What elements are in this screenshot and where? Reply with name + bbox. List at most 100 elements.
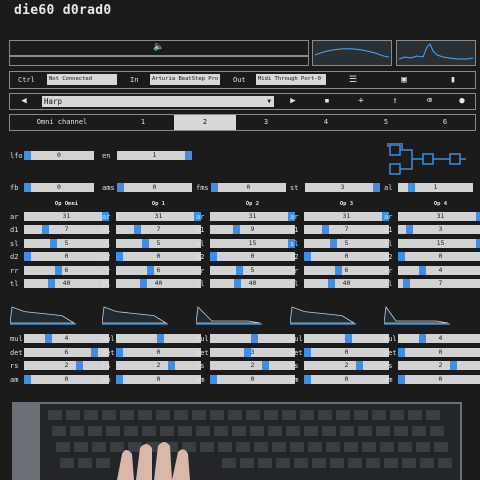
channel-tab[interactable]: 2 <box>174 115 236 130</box>
slider-knob[interactable] <box>140 279 147 288</box>
slider-knob[interactable] <box>142 238 149 248</box>
d2-slider[interactable]: 0 <box>24 252 109 262</box>
slider-knob[interactable] <box>236 265 243 275</box>
slider-knob[interactable] <box>304 347 311 357</box>
slider-knob[interactable] <box>330 238 337 248</box>
det-slider[interactable]: 6 <box>24 347 109 357</box>
rs-slider[interactable]: 2 <box>398 361 480 371</box>
in-select[interactable]: Arturia BeatStep Pro <box>150 74 220 85</box>
out-select[interactable]: Midi Through Port-0 <box>256 74 326 85</box>
tl-slider[interactable]: 7 <box>398 279 480 288</box>
slider-knob[interactable] <box>322 225 329 235</box>
slider-knob[interactable] <box>476 212 480 221</box>
slider-knob[interactable] <box>210 374 217 384</box>
mul-slider[interactable]: 4 <box>398 334 480 343</box>
slider-knob[interactable] <box>50 238 57 248</box>
ar-slider[interactable]: 31 <box>304 212 389 221</box>
fms-slider[interactable]: 0 <box>211 183 286 192</box>
am-slider[interactable]: 0 <box>398 374 480 384</box>
slider-knob[interactable] <box>24 183 31 192</box>
slider-knob[interactable] <box>91 347 98 357</box>
ams-slider[interactable]: 0 <box>117 183 192 192</box>
slider-knob[interactable] <box>55 265 62 275</box>
det-slider[interactable]: 0 <box>304 347 389 357</box>
sl-slider[interactable]: 15 <box>210 238 295 248</box>
am-slider[interactable]: 0 <box>116 374 201 384</box>
st-slider[interactable]: 3 <box>305 183 380 192</box>
slider-knob[interactable] <box>211 183 218 192</box>
sl-slider[interactable]: 5 <box>304 238 389 248</box>
en-slider[interactable]: 1 <box>117 151 192 160</box>
sl-slider[interactable]: 5 <box>116 238 201 248</box>
det-slider[interactable]: 0 <box>398 347 480 357</box>
slider-knob[interactable] <box>157 334 164 343</box>
rr-slider[interactable]: 6 <box>24 265 109 275</box>
record-icon[interactable]: ● <box>455 94 469 108</box>
slider-knob[interactable] <box>24 252 31 262</box>
slider-knob[interactable] <box>476 238 480 248</box>
save-icon[interactable]: ▪ <box>320 94 334 108</box>
slider-knob[interactable] <box>328 279 335 288</box>
patch-select[interactable]: Harp ▼ <box>42 96 274 107</box>
ar-slider[interactable]: 31 <box>24 212 109 221</box>
rr-slider[interactable]: 4 <box>398 265 480 275</box>
am-slider[interactable]: 0 <box>24 374 109 384</box>
rr-slider[interactable]: 5 <box>210 265 295 275</box>
channel-tab[interactable]: 1 <box>112 115 174 130</box>
tl-slider[interactable]: 40 <box>210 279 295 288</box>
trash-icon[interactable]: ▮ <box>445 73 461 87</box>
d2-slider[interactable]: 0 <box>304 252 389 262</box>
d1-slider[interactable]: 3 <box>398 225 480 235</box>
next-icon[interactable]: ▶ <box>287 94 299 108</box>
tl-slider[interactable]: 40 <box>116 279 201 288</box>
rr-slider[interactable]: 6 <box>304 265 389 275</box>
upload-icon[interactable]: ⇪ <box>388 94 402 108</box>
slider-knob[interactable] <box>233 225 240 235</box>
slider-knob[interactable] <box>408 183 415 192</box>
slider-knob[interactable] <box>116 347 123 357</box>
slider-knob[interactable] <box>398 374 405 384</box>
clipboard-icon[interactable]: ▣ <box>396 73 412 87</box>
sl-slider[interactable]: 5 <box>24 238 109 248</box>
d1-slider[interactable]: 7 <box>116 225 201 235</box>
sl-slider[interactable]: 15 <box>398 238 480 248</box>
rs-slider[interactable]: 2 <box>304 361 389 371</box>
ar-slider[interactable]: 31 <box>398 212 480 221</box>
channel-tab[interactable]: 5 <box>356 115 416 130</box>
slider-knob[interactable] <box>185 151 192 160</box>
d2-slider[interactable]: 0 <box>210 252 295 262</box>
slider-knob[interactable] <box>244 347 251 357</box>
slider-knob[interactable] <box>24 151 31 160</box>
mul-slider[interactable]: 8 <box>304 334 389 343</box>
slider-knob[interactable] <box>117 183 124 192</box>
rs-slider[interactable]: 2 <box>116 361 201 371</box>
slider-knob[interactable] <box>419 265 426 275</box>
slider-knob[interactable] <box>262 361 269 371</box>
am-slider[interactable]: 0 <box>210 374 295 384</box>
ctrl-select[interactable]: Not Connected <box>47 74 117 85</box>
al-slider[interactable]: 1 <box>398 183 473 192</box>
rs-slider[interactable]: 2 <box>210 361 295 371</box>
slider-knob[interactable] <box>45 334 52 343</box>
tl-slider[interactable]: 40 <box>304 279 389 288</box>
d1-slider[interactable]: 7 <box>24 225 109 235</box>
slider-knob[interactable] <box>134 225 141 235</box>
slider-knob[interactable] <box>234 279 241 288</box>
slider-knob[interactable] <box>373 183 380 192</box>
slider-knob[interactable] <box>398 252 405 262</box>
slider-knob[interactable] <box>304 252 311 262</box>
d1-slider[interactable]: 9 <box>210 225 295 235</box>
erase-icon[interactable]: ⌫ <box>422 94 436 108</box>
d2-slider[interactable]: 0 <box>398 252 480 262</box>
slider-knob[interactable] <box>419 334 426 343</box>
det-slider[interactable]: 0 <box>116 347 201 357</box>
slider-knob[interactable] <box>406 225 413 235</box>
slider-knob[interactable] <box>403 279 410 288</box>
slider-knob[interactable] <box>76 361 83 371</box>
slider-knob[interactable] <box>210 252 217 262</box>
slider-knob[interactable] <box>398 347 405 357</box>
slider-knob[interactable] <box>335 265 342 275</box>
slider-knob[interactable] <box>116 374 123 384</box>
tl-slider[interactable]: 40 <box>24 279 109 288</box>
det-slider[interactable]: 3 <box>210 347 295 357</box>
